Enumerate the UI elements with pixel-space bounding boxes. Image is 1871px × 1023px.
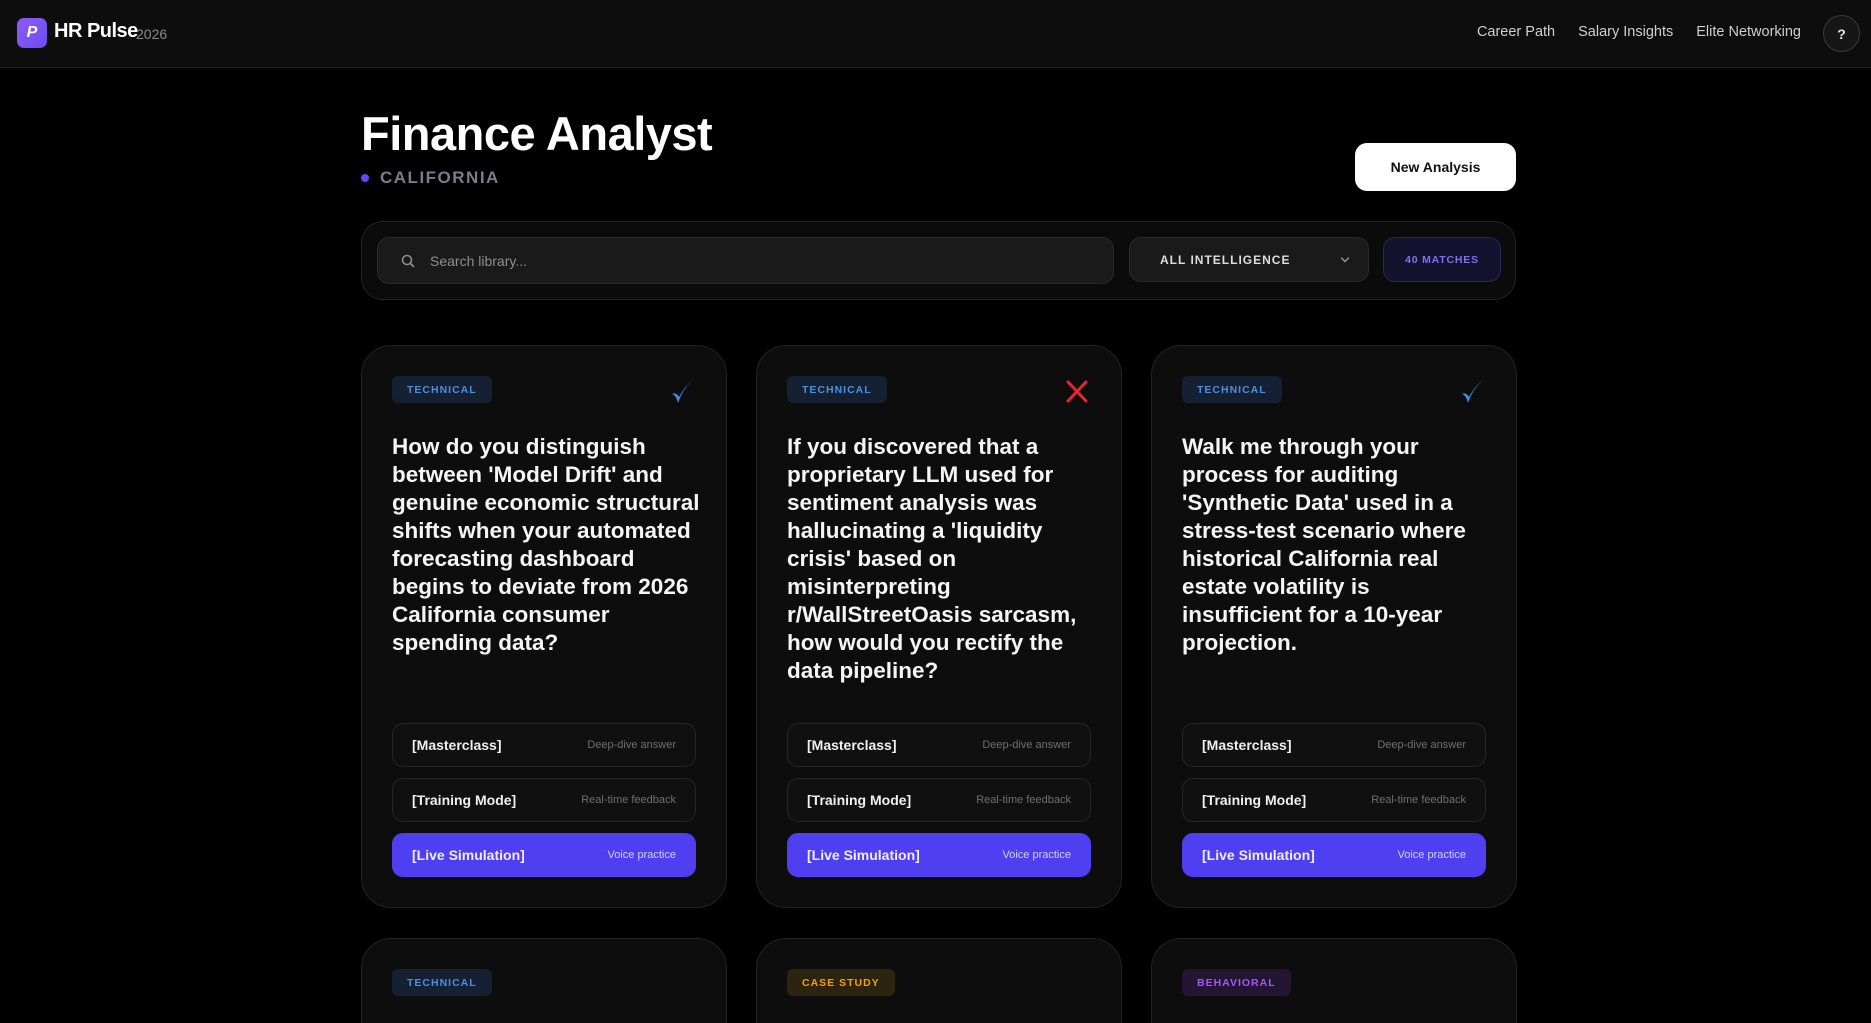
masterclass-label: [Masterclass]	[1202, 737, 1292, 753]
top-navigation-bar: P HR Pulse 2026 Career Path Salary Insig…	[0, 0, 1871, 68]
check-icon	[672, 379, 694, 403]
category-tag: CASE STUDY	[787, 969, 895, 996]
page-title: Finance Analyst	[361, 107, 713, 160]
live-simulation-button[interactable]: [Live Simulation] Voice practice	[392, 833, 696, 877]
question-card: TECHNICAL How do you distinguish between…	[361, 345, 727, 908]
nav-links: Career Path Salary Insights Elite Networ…	[1477, 24, 1801, 40]
question-text: Walk me through your process for auditin…	[1182, 434, 1466, 655]
category-tag: TECHNICAL	[1182, 376, 1282, 403]
logo-letter: P	[26, 24, 38, 41]
question-card: TECHNICAL	[361, 938, 727, 1023]
training-mode-button[interactable]: [Training Mode] Real-time feedback	[1182, 778, 1486, 822]
training-mode-button[interactable]: [Training Mode] Real-time feedback	[787, 778, 1091, 822]
logo-icon[interactable]: P	[17, 18, 47, 48]
help-button[interactable]: ?	[1823, 15, 1860, 52]
live-simulation-label: [Live Simulation]	[807, 847, 920, 863]
location-label: CALIFORNIA	[361, 168, 500, 188]
brand-year: 2026	[136, 26, 168, 42]
training-mode-subtitle: Real-time feedback	[581, 794, 676, 806]
training-mode-subtitle: Real-time feedback	[976, 794, 1071, 806]
category-tag: TECHNICAL	[392, 969, 492, 996]
masterclass-button[interactable]: [Masterclass] Deep-dive answer	[787, 723, 1091, 767]
location-text: CALIFORNIA	[380, 168, 500, 187]
masterclass-label: [Masterclass]	[807, 737, 897, 753]
intelligence-filter-select[interactable]: ALL INTELLIGENCE	[1129, 237, 1369, 282]
masterclass-label: [Masterclass]	[412, 737, 502, 753]
search-input[interactable]	[430, 238, 1100, 283]
live-simulation-label: [Live Simulation]	[1202, 847, 1315, 863]
brand-name[interactable]: HR Pulse	[54, 20, 138, 43]
chevron-down-icon	[1340, 257, 1350, 263]
live-simulation-subtitle: Voice practice	[1002, 849, 1071, 861]
match-count-badge: 40 MATCHES	[1383, 237, 1501, 282]
masterclass-button[interactable]: [Masterclass] Deep-dive answer	[392, 723, 696, 767]
training-mode-subtitle: Real-time feedback	[1371, 794, 1466, 806]
live-simulation-button[interactable]: [Live Simulation] Voice practice	[1182, 833, 1486, 877]
live-simulation-button[interactable]: [Live Simulation] Voice practice	[787, 833, 1091, 877]
category-tag: TECHNICAL	[787, 376, 887, 403]
training-mode-label: [Training Mode]	[412, 792, 517, 808]
nav-link-elite-networking[interactable]: Elite Networking	[1696, 24, 1801, 40]
masterclass-subtitle: Deep-dive answer	[982, 739, 1071, 751]
location-dot-icon	[361, 174, 369, 182]
check-icon	[1462, 379, 1484, 403]
training-mode-label: [Training Mode]	[1202, 792, 1307, 808]
live-simulation-label: [Live Simulation]	[412, 847, 525, 863]
training-mode-button[interactable]: [Training Mode] Real-time feedback	[392, 778, 696, 822]
masterclass-subtitle: Deep-dive answer	[1377, 739, 1466, 751]
masterclass-button[interactable]: [Masterclass] Deep-dive answer	[1182, 723, 1486, 767]
training-mode-label: [Training Mode]	[807, 792, 912, 808]
category-tag: BEHAVIORAL	[1182, 969, 1291, 996]
live-simulation-subtitle: Voice practice	[607, 849, 676, 861]
search-field[interactable]	[377, 237, 1114, 284]
search-panel: ALL INTELLIGENCE 40 MATCHES	[361, 221, 1516, 300]
filter-selected-value: ALL INTELLIGENCE	[1160, 253, 1291, 267]
category-tag: TECHNICAL	[392, 376, 492, 403]
nav-link-career-path[interactable]: Career Path	[1477, 24, 1555, 40]
masterclass-subtitle: Deep-dive answer	[587, 739, 676, 751]
search-icon	[401, 254, 415, 268]
question-card: TECHNICAL Walk me through your process f…	[1151, 345, 1517, 908]
live-simulation-subtitle: Voice practice	[1397, 849, 1466, 861]
cross-icon	[1066, 380, 1088, 403]
question-text: How do you distinguish between 'Model Dr…	[392, 434, 700, 655]
question-card: TECHNICAL If you discovered that a propr…	[756, 345, 1122, 908]
nav-link-salary-insights[interactable]: Salary Insights	[1578, 24, 1673, 40]
new-analysis-button[interactable]: New Analysis	[1355, 143, 1516, 191]
question-text: If you discovered that a proprietary LLM…	[787, 434, 1077, 683]
question-card: CASE STUDY	[756, 938, 1122, 1023]
help-icon: ?	[1837, 25, 1846, 42]
question-card: BEHAVIORAL	[1151, 938, 1517, 1023]
